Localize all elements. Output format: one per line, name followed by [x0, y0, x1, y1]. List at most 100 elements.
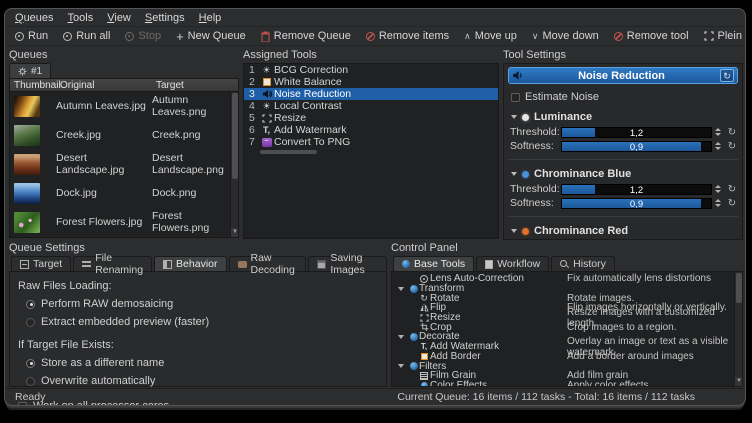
collapse-caret-icon[interactable] [398, 287, 404, 291]
assigned-tool-bcg[interactable]: 1 ☀ BCG Correction [244, 64, 498, 76]
queue-row[interactable]: Forest Flowers.jpg Forest Flowers.png [10, 208, 238, 237]
column-original[interactable]: Original [56, 79, 152, 91]
film-grain-icon [420, 372, 428, 380]
assigned-tool-resize[interactable]: 5 Resize [244, 112, 498, 124]
queue-row[interactable]: Creek.jpg Creek.png [10, 121, 238, 150]
chrominance-blue-bulb-icon [522, 171, 529, 178]
tree-scrollbar[interactable]: ▼ [734, 272, 742, 386]
menu-settings[interactable]: Settings [145, 12, 185, 26]
radio-perform-raw-demosaicing[interactable]: Perform RAW demosaicing [26, 298, 386, 310]
column-thumbnail[interactable]: Thumbnail [10, 79, 56, 91]
reset-value-icon[interactable]: ↻ [726, 141, 738, 152]
stop-button[interactable]: Stop [125, 30, 161, 42]
spinbox-arrows[interactable] [715, 199, 723, 207]
menu-queues[interactable]: Queues [15, 12, 54, 26]
queue-row[interactable]: Autumn Leaves.jpg Autumn Leaves.png [10, 92, 238, 121]
radio-button[interactable] [26, 318, 35, 327]
remove-tool-button[interactable]: Remove tool [614, 30, 689, 42]
tab-target[interactable]: Target [11, 256, 71, 271]
horizontal-scrollbar-thumb[interactable] [260, 150, 317, 154]
tab-behavior[interactable]: Behavior [154, 256, 226, 271]
fullscreen-button[interactable]: Plein écran [704, 30, 746, 42]
status-bar: Ready Current Queue: 16 items / 112 task… [5, 388, 745, 405]
run-button[interactable]: Run [15, 30, 48, 42]
threshold-slider[interactable]: 1,2 [561, 127, 712, 138]
softness-slider[interactable]: 0,9 [561, 198, 712, 209]
queue-tab-1[interactable]: #1 [9, 63, 51, 78]
move-up-button[interactable]: ∧ Move up [464, 30, 517, 42]
control-panel: Control Panel Base Tools Workflow Histor… [391, 242, 743, 388]
target-filename: Creek.png [152, 129, 238, 141]
queue-table-scrollbar[interactable]: ▼ [230, 92, 238, 237]
border-icon [421, 353, 428, 360]
queue-row[interactable]: Desert Landscape.jpg Desert Landscape.pn… [10, 150, 238, 179]
menu-tools[interactable]: Tools [68, 12, 94, 26]
queue-row[interactable]: Dock.jpg Dock.png [10, 179, 238, 208]
spinbox-arrows[interactable] [715, 128, 723, 136]
radio-label: Store as a different name [41, 357, 164, 369]
queue-row[interactable]: Forest.jpg Forest.png [10, 237, 238, 238]
radio-button[interactable] [26, 300, 35, 309]
tab-workflow[interactable]: Workflow [476, 256, 549, 271]
remove-items-button[interactable]: Remove items [366, 30, 449, 42]
column-target[interactable]: Target [152, 79, 238, 91]
reset-value-icon[interactable]: ↻ [726, 184, 738, 195]
estimate-noise-checkbox[interactable] [511, 93, 520, 102]
tab-history[interactable]: History [551, 256, 615, 271]
collapse-caret-icon[interactable] [511, 115, 517, 119]
estimate-noise-row[interactable]: Estimate Noise [511, 91, 738, 103]
collapse-caret-icon[interactable] [511, 172, 517, 176]
collapse-caret-icon[interactable] [511, 229, 517, 233]
tree-item-desc: Apply color effects [567, 380, 649, 387]
tab-raw-decoding[interactable]: Raw Decoding [229, 256, 307, 271]
thumbnail-image [14, 125, 40, 146]
menu-view[interactable]: View [107, 12, 131, 26]
behavior-icon [163, 260, 172, 269]
radio-button[interactable] [26, 359, 35, 368]
tab-label: File Renaming [95, 252, 143, 276]
spinbox-arrows[interactable] [715, 185, 723, 193]
radio-label: Extract embedded preview (faster) [41, 316, 209, 328]
menu-help[interactable]: Help [199, 12, 222, 26]
magnifier-icon [560, 260, 569, 269]
scrollbar-down-arrow[interactable]: ▼ [231, 228, 239, 237]
softness-value: 0,9 [562, 199, 711, 208]
new-queue-button[interactable]: + New Queue [176, 30, 246, 42]
run-all-button[interactable]: Run all [63, 30, 110, 42]
spinbox-arrows[interactable] [715, 142, 723, 150]
tab-base-tools[interactable]: Base Tools [393, 256, 474, 271]
threshold-slider[interactable]: 1,2 [561, 184, 712, 195]
section-chrominance-red[interactable]: Chrominance Red [511, 225, 738, 237]
assigned-tool-white-balance[interactable]: 2 White Balance [244, 76, 498, 88]
reset-value-icon[interactable]: ↻ [726, 198, 738, 209]
section-chrominance-blue[interactable]: Chrominance Blue [511, 168, 738, 180]
move-down-button[interactable]: ∨ Move down [532, 30, 599, 42]
plus-icon: + [176, 32, 184, 41]
radio-store-different-name[interactable]: Store as a different name [26, 357, 386, 369]
section-luminance[interactable]: Luminance [511, 111, 738, 123]
scrollbar-thumb[interactable] [232, 93, 238, 179]
tab-saving-images[interactable]: Saving Images [308, 256, 387, 271]
assigned-tool-noise-reduction[interactable]: 3 Noise Reduction [244, 88, 498, 100]
scrollbar-thumb[interactable] [736, 273, 742, 303]
assigned-tool-local-contrast[interactable]: 4 ☀ Local Contrast [244, 100, 498, 112]
softness-slider[interactable]: 0,9 [561, 141, 712, 152]
queue-tabstrip: #1 [9, 63, 239, 78]
remove-queue-button[interactable]: Remove Queue [261, 30, 351, 42]
tree-item-color-effects[interactable]: Color Effects Apply color effects [392, 381, 742, 387]
brightness-icon: ☀ [262, 65, 270, 75]
assigned-tool-convert-png[interactable]: 7 ~ Convert To PNG [244, 136, 498, 148]
assigned-tools-title: Assigned Tools [243, 49, 499, 61]
radio-extract-embedded-preview[interactable]: Extract embedded preview (faster) [26, 316, 386, 328]
reset-value-icon[interactable]: ↻ [726, 127, 738, 138]
reset-tool-button[interactable]: ↻ [720, 69, 734, 82]
tool-label: White Balance [274, 76, 342, 88]
assigned-tool-add-watermark[interactable]: 6 T, Add Watermark [244, 124, 498, 136]
collapse-caret-icon[interactable] [398, 335, 404, 339]
base-tools-icon [402, 260, 410, 268]
collapse-caret-icon[interactable] [398, 364, 404, 368]
scrollbar-down-arrow[interactable]: ▼ [735, 377, 743, 386]
radio-button[interactable] [26, 377, 35, 386]
radio-overwrite-automatically[interactable]: Overwrite automatically [26, 375, 386, 387]
tab-file-renaming[interactable]: File Renaming [73, 256, 152, 271]
